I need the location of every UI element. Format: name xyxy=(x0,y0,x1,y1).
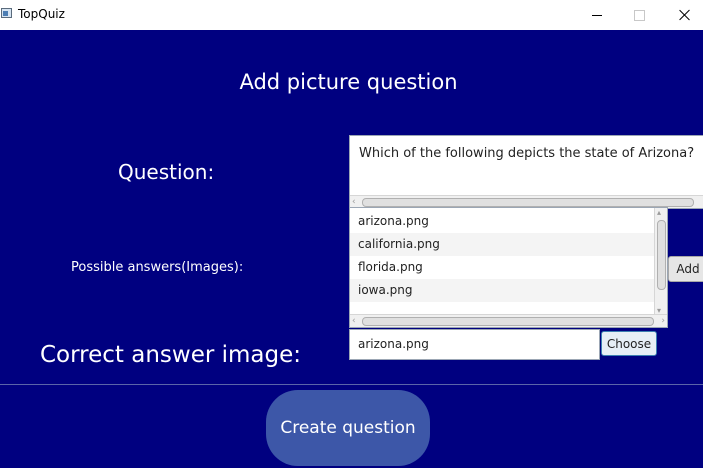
scroll-left-icon[interactable]: ‹ xyxy=(352,316,356,326)
scroll-thumb[interactable] xyxy=(657,220,666,290)
create-question-button[interactable]: Create question xyxy=(266,390,430,466)
scroll-right-icon[interactable]: › xyxy=(661,316,665,326)
list-item[interactable]: iowa.png xyxy=(350,279,655,302)
question-text: Which of the following depicts the state… xyxy=(359,146,695,161)
question-label: Question: xyxy=(118,160,215,184)
minimize-button[interactable] xyxy=(574,0,620,30)
close-icon xyxy=(679,9,691,21)
answers-horizontal-scrollbar[interactable]: ‹ › xyxy=(350,314,667,327)
main-content: Add picture question Question: Possible … xyxy=(0,30,703,468)
maximize-icon xyxy=(633,9,645,21)
scroll-left-icon[interactable]: ‹ xyxy=(352,197,356,207)
divider xyxy=(0,384,703,385)
app-window-icon xyxy=(1,8,12,18)
page-title: Add picture question xyxy=(239,70,458,94)
list-item[interactable]: california.png xyxy=(350,233,655,256)
maximize-button[interactable] xyxy=(616,0,662,30)
scroll-thumb[interactable] xyxy=(362,317,654,326)
answers-list[interactable]: arizona.png california.png florida.png i… xyxy=(349,207,668,328)
correct-answer-field[interactable]: arizona.png xyxy=(349,329,600,360)
list-item[interactable]: arizona.png xyxy=(350,210,655,233)
choose-button[interactable]: Choose xyxy=(601,331,657,356)
minimize-icon xyxy=(592,14,602,16)
possible-answers-label: Possible answers(Images): xyxy=(71,260,244,275)
list-item[interactable]: florida.png xyxy=(350,256,655,279)
close-button[interactable] xyxy=(662,0,703,30)
correct-answer-label: Correct answer image: xyxy=(40,342,302,368)
question-textarea[interactable]: Which of the following depicts the state… xyxy=(349,135,703,209)
answers-vertical-scrollbar[interactable]: ▴ ▾ xyxy=(654,208,667,316)
window-title: TopQuiz xyxy=(18,7,65,21)
title-bar: TopQuiz xyxy=(0,0,703,30)
add-button[interactable]: Add xyxy=(668,256,703,282)
scroll-up-icon[interactable]: ▴ xyxy=(657,208,661,217)
scroll-thumb[interactable] xyxy=(362,198,694,207)
